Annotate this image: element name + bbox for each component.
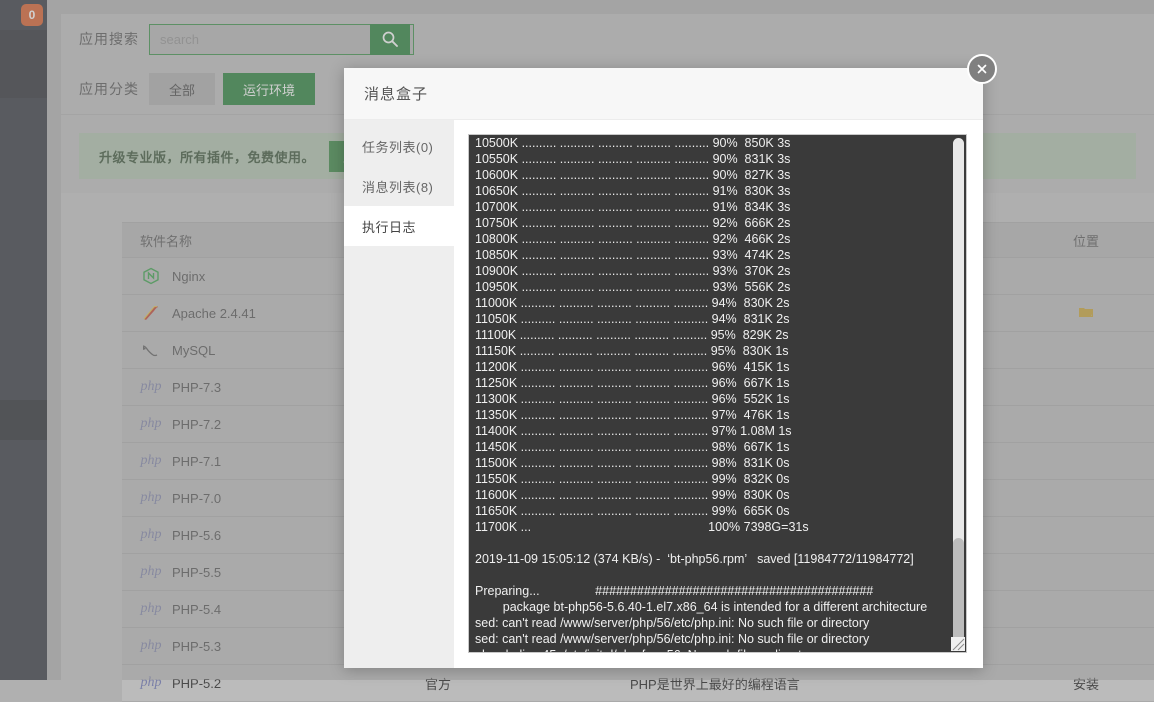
close-icon	[975, 62, 989, 76]
dialog-title: 消息盒子	[364, 83, 428, 104]
tab-task-list[interactable]: 任务列表(0)	[344, 126, 454, 166]
resize-grip-icon[interactable]	[951, 637, 965, 651]
tab-execution-log[interactable]: 执行日志	[344, 206, 454, 246]
app-root: 0 应用搜索	[0, 0, 1154, 680]
dialog-header: 消息盒子	[344, 68, 983, 120]
dialog-body: 任务列表(0) 消息列表(8) 执行日志 10500K .......... .…	[344, 120, 983, 668]
log-scrollbar-thumb[interactable]	[953, 538, 964, 643]
log-terminal-text: 10500K .......... .......... .......... …	[469, 135, 950, 652]
dialog-tab-list: 任务列表(0) 消息列表(8) 执行日志	[344, 120, 454, 668]
log-scrollbar-track[interactable]	[953, 138, 964, 649]
log-text-content: 10500K .......... .......... .......... …	[475, 136, 927, 652]
message-box-dialog: 消息盒子 任务列表(0) 消息列表(8) 执行日志 10500K .......…	[344, 68, 983, 668]
dialog-main-panel: 10500K .......... .......... .......... …	[454, 120, 983, 668]
log-terminal[interactable]: 10500K .......... .......... .......... …	[468, 134, 967, 653]
tab-message-list[interactable]: 消息列表(8)	[344, 166, 454, 206]
close-button[interactable]	[967, 54, 997, 84]
